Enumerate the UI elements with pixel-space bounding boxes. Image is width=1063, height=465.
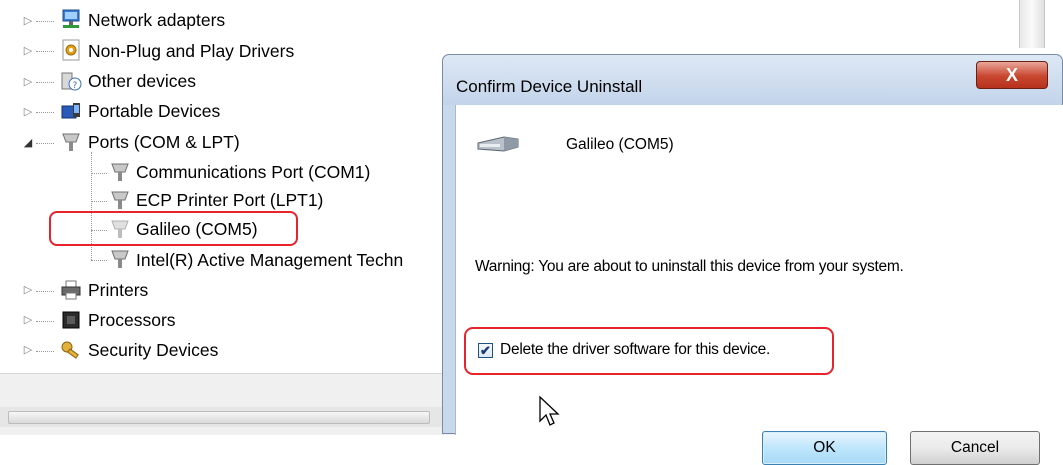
cancel-button[interactable]: Cancel: [910, 431, 1040, 465]
expand-arrow-icon[interactable]: ▷: [22, 284, 34, 296]
annotation-highlight-box: [49, 211, 298, 246]
expand-arrow-icon[interactable]: ▷: [22, 106, 34, 118]
tree-item-intel-amt[interactable]: Intel(R) Active Management Techn: [136, 246, 403, 274]
tree-item-network-adapters[interactable]: Network adapters: [88, 6, 225, 34]
ok-button[interactable]: OK: [762, 431, 887, 465]
port-icon: [111, 191, 129, 209]
tree-item-non-pnp-drivers[interactable]: Non-Plug and Play Drivers: [88, 37, 294, 65]
processor-icon: [62, 311, 80, 329]
tree-item-lpt1[interactable]: ECP Printer Port (LPT1): [136, 186, 323, 214]
portable-device-icon: [61, 103, 80, 119]
device-name: Galileo (COM5): [566, 136, 674, 153]
tree-item-ports[interactable]: Ports (COM & LPT): [88, 128, 240, 156]
warning-text: Warning: You are about to uninstall this…: [475, 258, 904, 275]
mouse-cursor-icon: [539, 395, 560, 426]
scrollbar-thumb[interactable]: [8, 411, 430, 424]
expand-arrow-icon[interactable]: ▷: [22, 45, 34, 57]
expand-arrow-icon[interactable]: ▷: [22, 314, 34, 326]
security-key-icon: [61, 341, 79, 359]
dialog-body: Galileo (COM5) Warning: You are about to…: [455, 105, 1063, 465]
unknown-device-icon: ?: [61, 72, 82, 91]
tree-item-com1[interactable]: Communications Port (COM1): [136, 158, 370, 186]
collapse-arrow-icon[interactable]: ◢: [22, 137, 34, 149]
driver-icon: [62, 39, 80, 61]
tree-item-security-devices[interactable]: Security Devices: [88, 336, 218, 364]
svg-text:?: ?: [73, 81, 78, 91]
port-icon: [111, 250, 129, 268]
dialog-titlebar[interactable]: Confirm Device Uninstall X: [443, 55, 1062, 105]
tree-item-portable-devices[interactable]: Portable Devices: [88, 97, 220, 125]
expand-arrow-icon[interactable]: ▷: [22, 76, 34, 88]
expand-arrow-icon[interactable]: ▷: [22, 15, 34, 27]
dialog-title: Confirm Device Uninstall: [456, 77, 643, 96]
confirm-uninstall-dialog: Confirm Device Uninstall X Galileo (COM5…: [442, 54, 1063, 465]
tree-item-printers[interactable]: Printers: [88, 276, 148, 304]
network-adapter-icon: [62, 9, 80, 28]
port-icon: [62, 133, 80, 151]
expand-arrow-icon[interactable]: ▷: [22, 344, 34, 356]
delete-driver-checkbox[interactable]: ✔: [478, 343, 493, 358]
port-icon: [111, 163, 129, 181]
horizontal-scrollbar[interactable]: [0, 407, 455, 427]
serial-port-device-icon: [477, 136, 519, 152]
tree-item-processors[interactable]: Processors: [88, 306, 176, 334]
close-button[interactable]: X: [976, 61, 1048, 89]
delete-driver-label[interactable]: Delete the driver software for this devi…: [500, 341, 770, 359]
tree-item-other-devices[interactable]: Other devices: [88, 67, 196, 95]
vertical-scrollbar[interactable]: [1019, 0, 1045, 48]
printer-icon: [61, 280, 81, 300]
